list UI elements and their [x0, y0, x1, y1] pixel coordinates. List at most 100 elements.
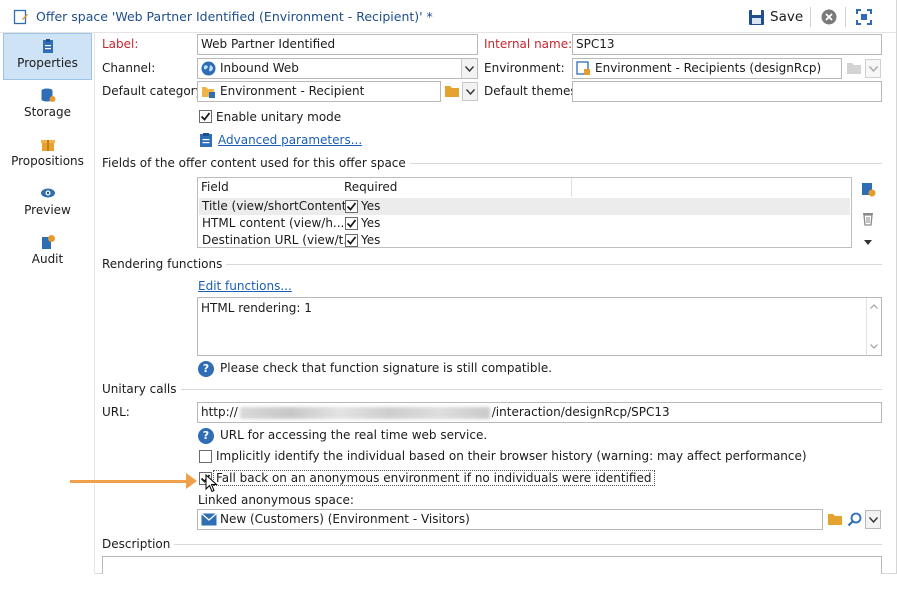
checkmark-icon: [346, 236, 357, 245]
required-cell: Yes: [361, 199, 381, 213]
enable-unitary-checkbox[interactable]: [199, 110, 212, 123]
default-themes-caption: Default themes:: [484, 84, 581, 98]
fields-grid[interactable]: Field Required Title (view/shortContent)…: [197, 177, 852, 248]
redacted-host: [239, 406, 490, 419]
sidebar-item-label: Storage: [24, 105, 71, 119]
rendering-help-text: Please check that function signature is …: [220, 361, 553, 375]
linked-anonymous-field[interactable]: New (Customers) (Environment - Visitors): [197, 509, 823, 530]
caret-down-icon[interactable]: [864, 240, 872, 245]
folder-icon[interactable]: [444, 84, 460, 98]
floppy-disk-icon: [749, 9, 764, 25]
audit-icon: [41, 235, 55, 249]
environment-caption: Environment:: [484, 61, 565, 75]
folder-icon[interactable]: [827, 512, 843, 526]
required-checkbox[interactable]: [345, 234, 358, 247]
category-folder-icon: [202, 87, 215, 98]
search-icon[interactable]: [847, 512, 862, 527]
chevron-down-icon[interactable]: [865, 510, 881, 529]
chevron-down-icon[interactable]: [461, 59, 477, 78]
rendering-content: HTML rendering: 1: [201, 301, 312, 315]
default-category-value: Environment - Recipient: [220, 84, 365, 98]
rendering-section-title: Rendering functions: [102, 257, 227, 271]
column-header-required[interactable]: Required: [344, 180, 397, 194]
offer-space-window: Offer space 'Web Partner Identified (Env…: [0, 0, 897, 574]
default-themes-input[interactable]: [572, 81, 882, 102]
unitary-section-title: Unitary calls: [102, 382, 181, 396]
environment-value: Environment - Recipients (designRcp): [595, 61, 822, 75]
fallback-anonymous-label: Fall back on an anonymous environment if…: [213, 470, 655, 486]
default-category-caption: Default category:: [102, 84, 206, 98]
environment-icon: [576, 61, 590, 75]
internal-name-input[interactable]: SPC13: [572, 34, 882, 55]
description-textarea[interactable]: [102, 556, 882, 574]
channel-select[interactable]: Inbound Web: [197, 58, 478, 79]
sidebar-item-audit[interactable]: Audit: [3, 230, 92, 277]
checkmark-icon: [346, 202, 357, 211]
enable-unitary-label: Enable unitary mode: [216, 110, 342, 124]
sidebar-item-storage[interactable]: Storage: [3, 83, 92, 130]
fields-section-title: Fields of the offer content used for thi…: [102, 156, 410, 170]
checkmark-icon: [200, 112, 211, 121]
required-checkbox[interactable]: [345, 200, 358, 213]
rendering-functions-textarea[interactable]: HTML rendering: 1: [197, 297, 882, 356]
sidebar-item-properties[interactable]: Properties: [3, 33, 92, 80]
channel-caption: Channel:: [102, 61, 156, 75]
close-circle-icon[interactable]: [820, 8, 838, 26]
advanced-parameters-link[interactable]: Advanced parameters...: [218, 133, 362, 147]
url-input[interactable]: http:// /interaction/designRcp/SPC13: [197, 402, 882, 423]
table-row[interactable]: HTML content (view/h... Yes: [199, 215, 850, 232]
document-edit-icon: [13, 9, 28, 25]
mouse-cursor-icon: [205, 474, 218, 493]
default-category-field[interactable]: Environment - Recipient: [197, 81, 441, 102]
field-cell: HTML content (view/h...: [202, 216, 345, 230]
toolbar-separator: [845, 7, 846, 27]
window-title: Offer space 'Web Partner Identified (Env…: [36, 9, 433, 24]
chevron-down-icon[interactable]: [865, 59, 881, 78]
folder-icon[interactable]: [846, 61, 862, 75]
table-row[interactable]: Title (view/shortContent) Yes: [199, 198, 850, 215]
envelope-icon: [201, 513, 217, 526]
globe-icon: [201, 61, 216, 76]
save-label: Save: [770, 9, 804, 25]
required-checkbox[interactable]: [345, 217, 358, 230]
linked-anonymous-caption: Linked anonymous space:: [198, 493, 354, 507]
clipboard-icon: [42, 39, 53, 53]
chevron-down-icon[interactable]: [462, 82, 478, 101]
sidebar: Properties Storage Propositions Preview …: [0, 33, 95, 574]
table-row[interactable]: Destination URL (view/t... Yes: [199, 232, 850, 249]
sidebar-item-propositions[interactable]: Propositions: [3, 132, 92, 179]
url-help-text: URL for accessing the real time web serv…: [220, 428, 488, 442]
url-suffix: /interaction/designRcp/SPC13: [491, 405, 670, 419]
toolbar-separator: [810, 7, 811, 27]
arrow-head-icon: [186, 473, 197, 489]
label-input[interactable]: Web Partner Identified: [197, 34, 478, 55]
save-button[interactable]: Save: [748, 6, 803, 28]
title-bar: Offer space 'Web Partner Identified (Env…: [0, 0, 896, 33]
database-icon: [41, 88, 55, 102]
sidebar-item-preview[interactable]: Preview: [3, 181, 92, 228]
help-icon: ?: [198, 428, 214, 444]
url-caption: URL:: [102, 405, 130, 419]
clipboard-icon: [200, 133, 212, 147]
column-header-field[interactable]: Field: [201, 180, 229, 194]
scroll-up-icon[interactable]: [870, 304, 878, 309]
sidebar-item-label: Properties: [17, 56, 78, 70]
sidebar-item-label: Preview: [24, 203, 71, 217]
scroll-down-icon[interactable]: [870, 344, 878, 349]
scrollbar[interactable]: [866, 298, 881, 355]
edit-functions-link[interactable]: Edit functions...: [198, 279, 292, 293]
trash-icon[interactable]: [860, 210, 876, 226]
url-prefix: http://: [201, 405, 238, 419]
environment-field[interactable]: Environment - Recipients (designRcp): [572, 58, 842, 79]
help-icon: ?: [198, 361, 214, 377]
gift-icon: [40, 140, 55, 151]
add-field-icon[interactable]: [860, 181, 876, 197]
column-divider: [571, 178, 572, 197]
required-cell: Yes: [361, 233, 381, 247]
channel-value: Inbound Web: [220, 61, 299, 75]
implicit-identify-checkbox[interactable]: [199, 450, 212, 463]
maximize-icon[interactable]: [855, 8, 873, 26]
checkmark-icon: [346, 219, 357, 228]
annotation-arrow: [70, 480, 188, 483]
sidebar-item-label: Propositions: [11, 154, 84, 168]
